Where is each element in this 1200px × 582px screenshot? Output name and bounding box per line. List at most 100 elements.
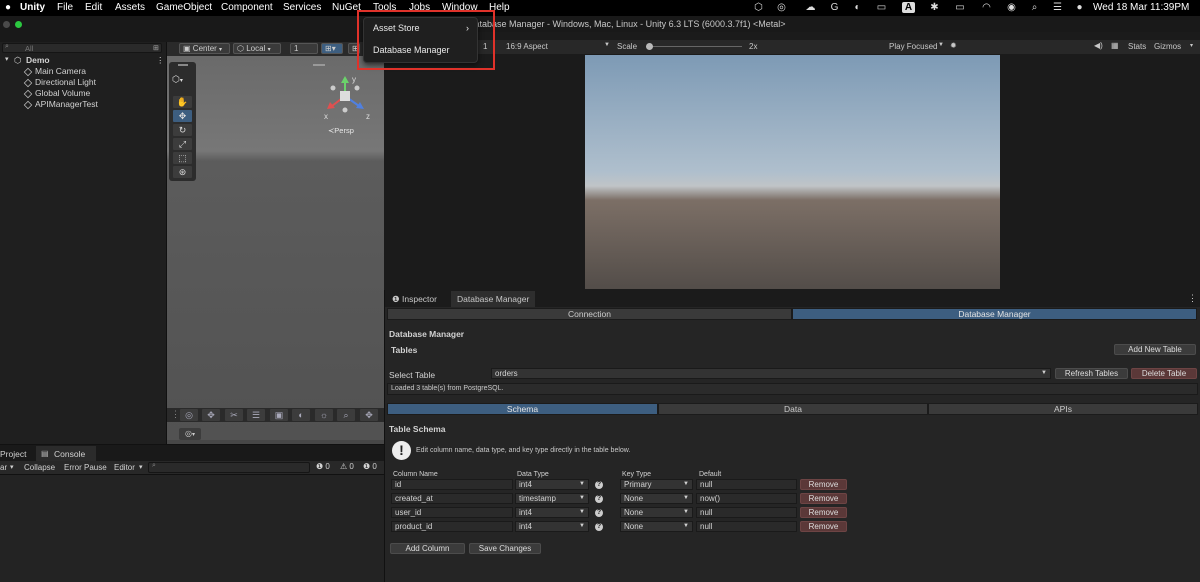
column-name-input[interactable]: user_id — [391, 507, 513, 518]
window-menu-icon[interactable]: ⋮ — [1188, 293, 1197, 304]
delete-table-button[interactable]: Delete Table — [1131, 368, 1197, 379]
menu-assets[interactable]: Assets — [115, 2, 145, 13]
column-name-input[interactable]: created_at — [391, 493, 513, 504]
siri-icon[interactable]: ● — [1073, 2, 1086, 13]
snap-toggle[interactable]: ⊞▾ — [321, 43, 343, 54]
subtab-apis[interactable]: APIs — [928, 403, 1198, 415]
tab-console[interactable]: ▤ Console — [36, 446, 96, 461]
default-input[interactable]: null — [696, 521, 797, 532]
key-type-select[interactable]: None ▼ — [620, 493, 693, 504]
unity-status-icon[interactable]: ⬡ — [752, 2, 765, 13]
key-type-select[interactable]: Primary ▼ — [620, 479, 693, 490]
gizmo-overlay-dropdown[interactable]: ◎▾ — [179, 428, 201, 440]
window-zoom-button[interactable] — [15, 21, 22, 28]
pivot-dropdown[interactable]: ▣ Center ▾ — [179, 43, 230, 54]
wifi-icon[interactable]: ◠ — [980, 2, 993, 13]
info-count-toggle[interactable]: ❶ 0 — [316, 462, 330, 471]
scene-search-button[interactable]: ⌕ — [337, 409, 355, 421]
palette-drag-handle[interactable] — [178, 64, 188, 66]
layers-button[interactable]: ☰ — [247, 409, 265, 421]
refresh-tables-button[interactable]: Refresh Tables — [1055, 368, 1128, 379]
more-tools-button[interactable]: ⊞ — [348, 43, 360, 54]
hand-tool-button[interactable]: ✋ — [173, 96, 192, 108]
tab-project[interactable]: Project — [0, 449, 26, 459]
menu-component[interactable]: Component — [221, 2, 273, 13]
column-name-input[interactable]: product_id — [391, 521, 513, 532]
play-mode-dropdown[interactable]: Play Focused — [889, 42, 937, 51]
clear-button[interactable]: ar — [0, 463, 7, 472]
keyboard-icon[interactable]: ▦ — [1111, 41, 1119, 50]
move-snap-button[interactable]: ✥ — [202, 409, 220, 421]
aspect-dropdown[interactable]: 16:9 Aspect — [506, 42, 548, 51]
tab-inspector[interactable]: ❶ Inspector — [386, 291, 443, 307]
tab-database-manager[interactable]: Database Manager — [451, 291, 536, 307]
console-search-input[interactable]: ⌕ — [148, 462, 310, 473]
menu-services[interactable]: Services — [283, 2, 321, 13]
move-tool-button[interactable]: ✥ — [173, 110, 192, 122]
gizmos-toggle[interactable]: Gizmos — [1154, 42, 1181, 51]
menu-clock[interactable]: Wed 18 Mar 11:39PM — [1093, 2, 1189, 13]
scene-gizmo[interactable]: x y z — [323, 76, 373, 120]
help-icon[interactable]: ? — [595, 481, 603, 489]
scale-slider-thumb[interactable] — [646, 43, 653, 50]
default-input[interactable]: null — [696, 507, 797, 518]
data-type-select[interactable]: int4 ▼ — [515, 507, 589, 518]
default-input[interactable]: null — [696, 479, 797, 490]
game-viewport[interactable] — [585, 55, 1000, 289]
persp-toggle[interactable]: ≺Persp — [328, 126, 354, 135]
speaker-icon[interactable]: ◀) — [1094, 41, 1103, 50]
y-axis-cone[interactable] — [341, 76, 349, 83]
error-pause-button[interactable]: Error Pause — [64, 463, 107, 472]
default-input[interactable]: now() — [696, 493, 797, 504]
menu-help[interactable]: Help — [489, 2, 510, 13]
cloud-sync-icon[interactable]: ☁ — [804, 2, 817, 13]
subtab-data[interactable]: Data — [658, 403, 928, 415]
grammarly-icon[interactable]: G — [828, 2, 841, 13]
scene-overlay-handle[interactable] — [313, 64, 325, 66]
hierarchy-item[interactable]: Directional Light — [0, 77, 167, 88]
shading-button[interactable]: ◐ — [292, 409, 310, 421]
collapse-button[interactable]: Collapse — [24, 463, 55, 472]
input-source-icon[interactable]: A — [902, 2, 915, 13]
bug-icon[interactable]: ✹ — [950, 41, 957, 50]
bluetooth-icon[interactable]: ✱ — [928, 2, 941, 13]
scene-menu-icon[interactable]: ⋮ — [156, 55, 165, 66]
user-icon[interactable]: ◉ — [1005, 2, 1018, 13]
apple-icon[interactable]: ● — [5, 2, 11, 13]
data-type-select[interactable]: int4 ▼ — [515, 521, 589, 532]
segment-connection[interactable]: Connection — [387, 308, 792, 320]
menu-extra-icon[interactable]: ▭ — [875, 2, 888, 13]
table-select[interactable]: orders ▼ — [491, 368, 1051, 379]
error-count-toggle[interactable]: ❶ 0 — [363, 462, 377, 471]
control-center-icon[interactable]: ☰ — [1051, 2, 1064, 13]
add-column-button[interactable]: Add Column — [390, 543, 465, 554]
tool-settings-button[interactable]: ✂ — [225, 409, 243, 421]
scale-tool-button[interactable]: ⤢ — [173, 138, 192, 150]
display-dropdown[interactable]: 1 — [483, 42, 487, 51]
view-tool-menu[interactable]: ⬡▾ — [172, 74, 183, 85]
space-dropdown[interactable]: ⬡ Local ▾ — [233, 43, 281, 54]
hierarchy-item[interactable]: Global Volume — [0, 88, 167, 99]
help-icon[interactable]: ? — [595, 523, 603, 531]
editor-dropdown[interactable]: Editor — [114, 463, 135, 472]
menu-item-database-manager[interactable]: Database Manager — [367, 42, 475, 59]
clear-dropdown-icon[interactable]: ▾ — [10, 463, 14, 471]
help-icon[interactable]: ? — [595, 509, 603, 517]
save-changes-button[interactable]: Save Changes — [469, 543, 541, 554]
hierarchy-item[interactable]: APIManagerTest — [0, 99, 167, 110]
menu-window[interactable]: Window — [442, 2, 478, 13]
transform-tool-button[interactable]: ⊛ — [173, 166, 192, 178]
menu-unity[interactable]: Unity — [20, 2, 45, 13]
scene-viewport[interactable]: x y z ≺Persp — [167, 56, 384, 440]
menu-edit[interactable]: Edit — [85, 2, 102, 13]
add-new-table-button[interactable]: Add New Table — [1114, 344, 1196, 355]
key-type-select[interactable]: None ▼ — [620, 521, 693, 532]
menu-gameobject[interactable]: GameObject — [156, 2, 212, 13]
segment-database-manager[interactable]: Database Manager — [792, 308, 1197, 320]
column-name-input[interactable]: id — [391, 479, 513, 490]
hierarchy-search[interactable]: ⌕ All ⊞ — [2, 43, 162, 53]
stats-toggle[interactable]: Stats — [1128, 42, 1146, 51]
expand-triangle-icon[interactable]: ▾ — [5, 55, 9, 63]
subtab-schema[interactable]: Schema — [387, 403, 658, 415]
image-button[interactable]: ▣ — [270, 409, 288, 421]
